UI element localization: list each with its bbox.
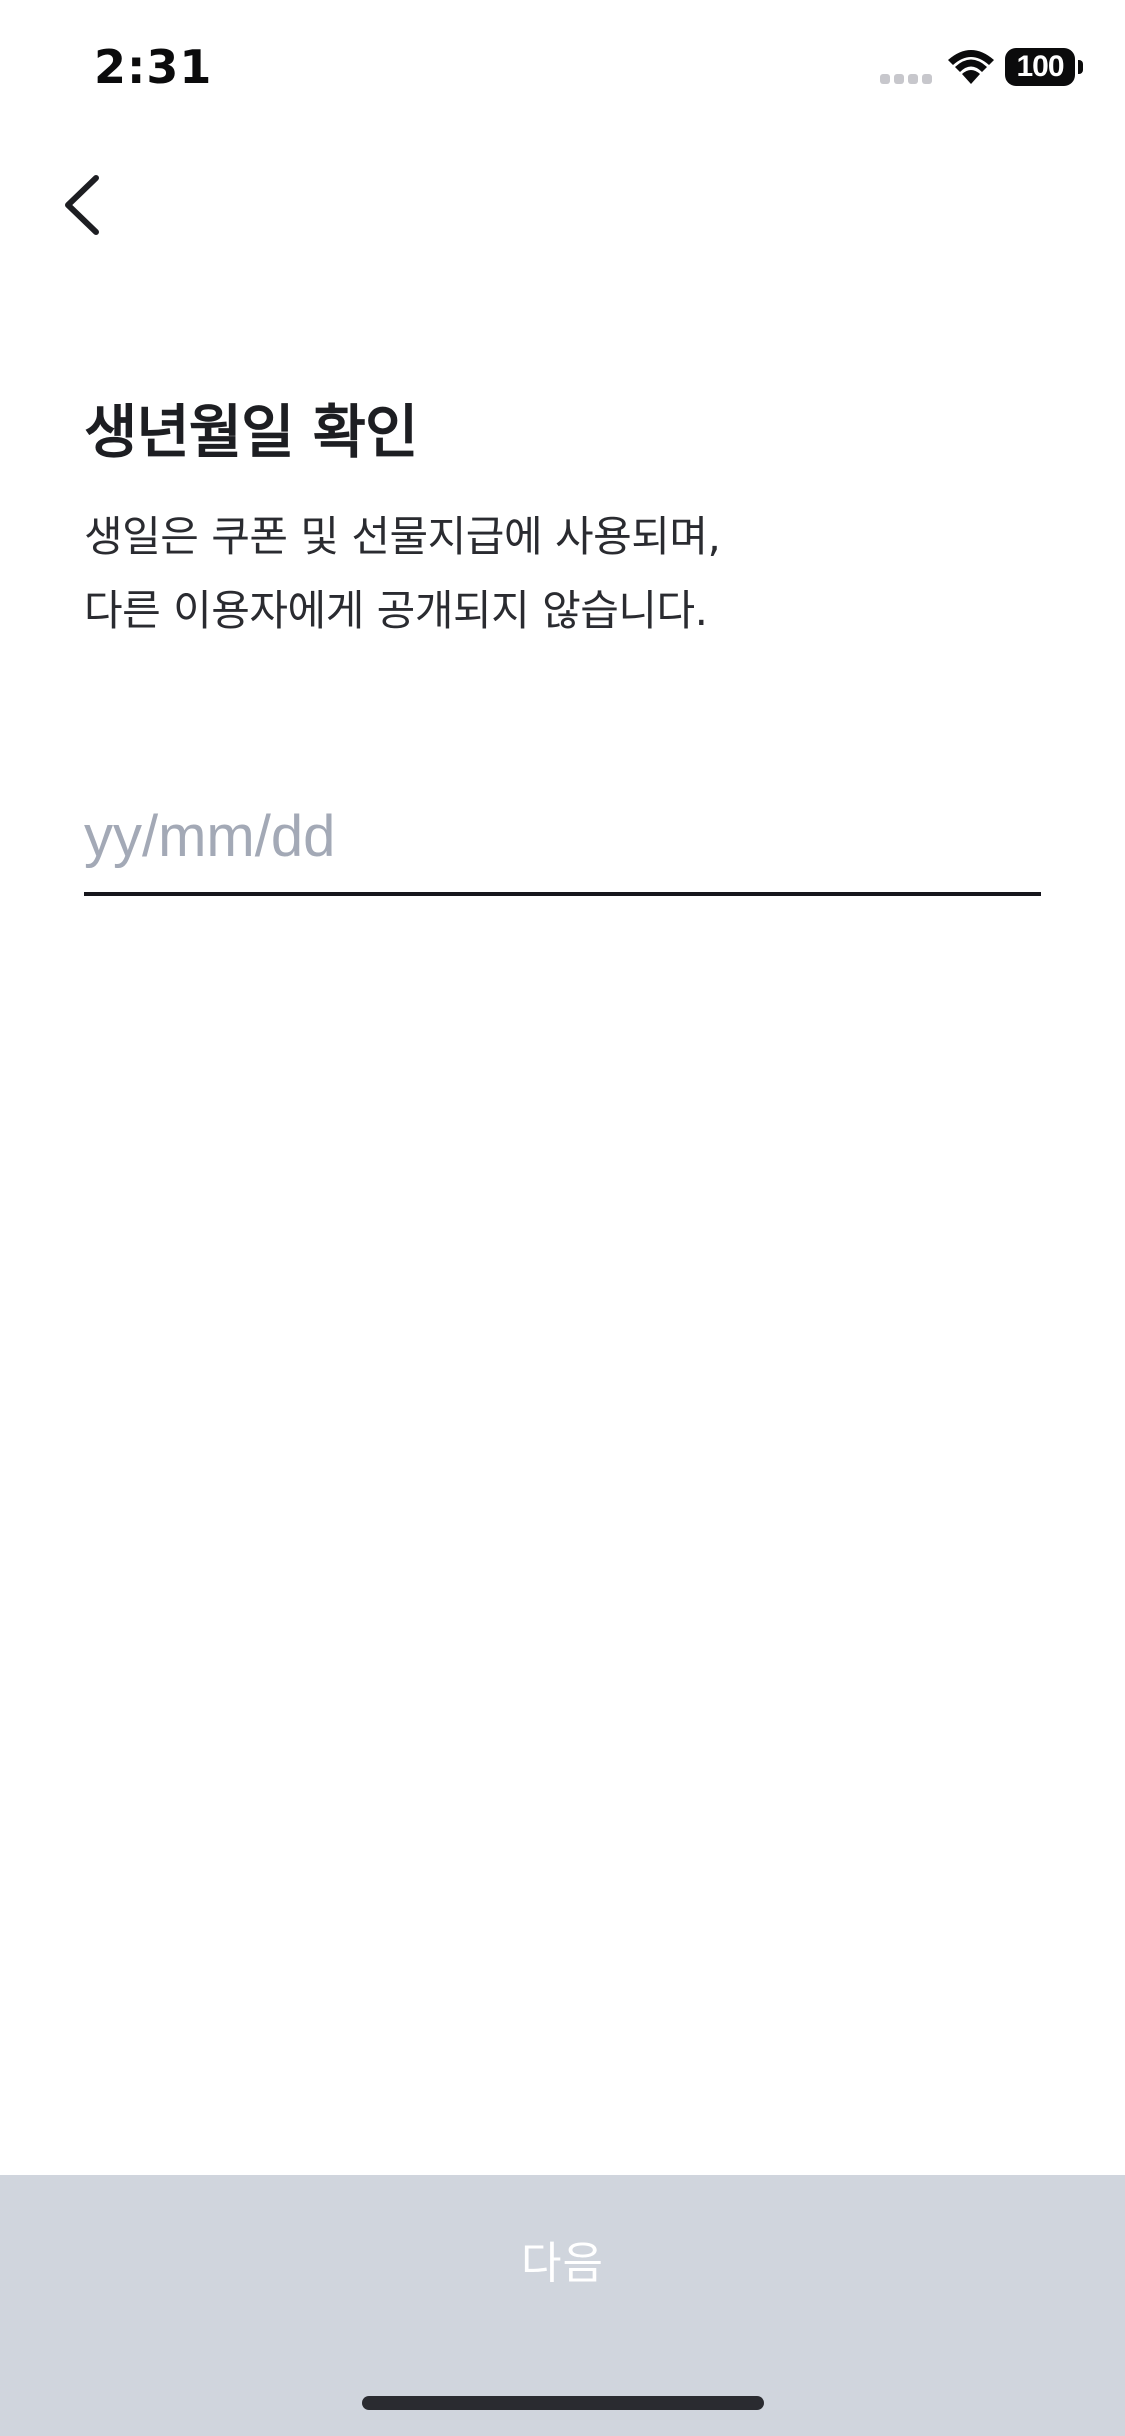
status-time: 2:31 [94,40,213,94]
birthdate-input[interactable] [84,780,1041,896]
next-button-label: 다음 [521,2239,604,2288]
status-bar: 2:31 100 [0,0,1125,140]
back-button[interactable] [52,160,122,250]
page-title: 생년월일 확인 [84,398,418,466]
battery-level: 100 [1016,50,1064,83]
description-line-2: 다른 이용자에게 공개되지 않습니다. [84,586,708,635]
birthdate-field [84,780,1041,900]
chevron-left-icon [65,175,99,235]
cellular-signal-icon [880,74,932,84]
wifi-icon [948,50,994,84]
battery-cap [1078,60,1083,74]
home-indicator [362,2396,764,2410]
description: 생일은 쿠폰 및 선물지급에 사용되며, 다른 이용자에게 공개되지 않습니다. [84,500,1044,648]
description-line-1: 생일은 쿠폰 및 선물지급에 사용되며, [84,512,721,561]
battery-icon: 100 [1005,48,1085,88]
